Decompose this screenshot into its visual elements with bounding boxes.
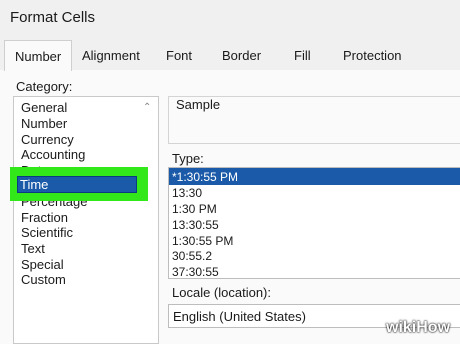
type-item[interactable]: 1:30 PM bbox=[172, 202, 217, 216]
sample-label: Sample bbox=[176, 97, 225, 112]
tab-number[interactable]: Number bbox=[4, 40, 72, 71]
type-item[interactable]: 13:30 bbox=[172, 186, 202, 200]
category-item-currency[interactable]: Currency bbox=[21, 132, 74, 147]
tab-font[interactable]: Font bbox=[166, 45, 192, 67]
category-item-custom[interactable]: Custom bbox=[21, 272, 66, 287]
type-item[interactable]: 37:30:55 bbox=[172, 265, 219, 279]
wikihow-watermark: wikiHow bbox=[386, 319, 451, 336]
category-list[interactable]: General Number Currency Accounting Date … bbox=[13, 96, 159, 344]
tab-alignment[interactable]: Alignment bbox=[82, 45, 140, 67]
category-item-text[interactable]: Text bbox=[21, 241, 45, 256]
category-item-number[interactable]: Number bbox=[21, 116, 67, 131]
dialog-titlebar: Format Cells bbox=[0, 0, 460, 34]
category-item-fraction[interactable]: Fraction bbox=[21, 210, 68, 225]
locale-value: English (United States) bbox=[173, 309, 306, 324]
type-item-selected[interactable]: *1:30:55 PM bbox=[172, 170, 238, 184]
category-item-time-selected[interactable]: Time bbox=[17, 176, 137, 193]
type-item[interactable]: 13:30:55 bbox=[172, 218, 219, 232]
scroll-up-arrow-icon[interactable]: ⌃ bbox=[143, 102, 151, 113]
category-item-scientific[interactable]: Scientific bbox=[21, 225, 73, 240]
type-item[interactable]: 1:30:55 PM bbox=[172, 234, 233, 248]
locale-label: Locale (location): bbox=[172, 285, 271, 300]
tab-fill[interactable]: Fill bbox=[294, 45, 311, 67]
category-item-general[interactable]: General bbox=[21, 100, 67, 115]
category-item-accounting[interactable]: Accounting bbox=[21, 147, 85, 162]
tab-border[interactable]: Border bbox=[222, 45, 261, 67]
dialog-title: Format Cells bbox=[10, 9, 96, 26]
category-item-special[interactable]: Special bbox=[21, 257, 64, 272]
tab-protection[interactable]: Protection bbox=[343, 45, 402, 67]
type-label: Type: bbox=[172, 151, 204, 166]
type-item[interactable]: 30:55.2 bbox=[172, 249, 212, 263]
category-label: Category: bbox=[16, 79, 73, 94]
